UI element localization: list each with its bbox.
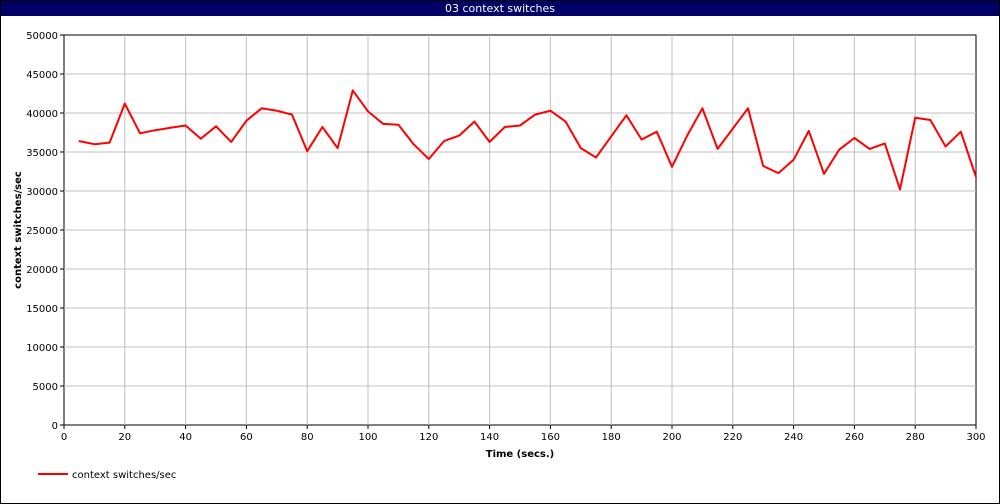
x-tick-label: 0: [61, 432, 67, 443]
y-tick-label: 15000: [26, 304, 58, 315]
data-point: [580, 147, 582, 149]
data-point: [504, 126, 506, 128]
data-point: [899, 188, 901, 191]
data-point: [428, 158, 430, 160]
data-point: [944, 145, 947, 148]
data-point: [200, 137, 202, 140]
data-point: [625, 114, 628, 117]
data-point: [640, 138, 643, 141]
data-point: [260, 107, 263, 110]
data-point: [336, 147, 339, 149]
y-tick-label: 5000: [33, 382, 58, 393]
y-tick-label: 50000: [26, 31, 58, 42]
data-point: [78, 140, 80, 142]
x-tick-label: 80: [301, 432, 314, 443]
x-tick-label: 160: [541, 432, 560, 443]
data-point: [397, 123, 400, 126]
data-point: [686, 134, 688, 137]
data-point: [549, 109, 552, 112]
y-tick-label: 25000: [26, 226, 58, 237]
data-point: [215, 125, 217, 128]
data-point: [534, 113, 536, 116]
data-point: [154, 129, 156, 131]
data-point: [747, 107, 749, 110]
legend: context switches/sec: [38, 470, 176, 481]
y-axis-label: context switches/sec: [13, 171, 24, 289]
y-axis-ticks: 0 5000 10000 15000 20000 25000 30000 35000 40000…: [26, 31, 64, 432]
data-point: [382, 123, 385, 125]
data-point: [610, 135, 612, 138]
data-point: [716, 148, 719, 150]
data-point: [671, 166, 673, 168]
data-point: [777, 172, 780, 174]
data-point: [701, 107, 704, 110]
data-point: [473, 120, 476, 123]
data-point: [868, 148, 871, 150]
x-axis-ticks: 0 20 40 60 80 100 120 140 160 180 200 220 240 260 280 3…: [61, 425, 986, 443]
y-tick-label: 10000: [26, 343, 58, 354]
chart-svg: 0 20 40 60 80 100 120 140 160 180 200 220 240 260 280 3…: [13, 31, 986, 481]
data-point: [762, 165, 764, 167]
x-tick-label: 220: [723, 432, 742, 443]
data-point: [808, 130, 810, 132]
x-tick-label: 260: [845, 432, 864, 443]
data-point: [884, 142, 886, 145]
y-tick-label: 20000: [26, 265, 58, 276]
data-point: [488, 141, 491, 143]
y-tick-label: 40000: [26, 109, 58, 120]
data-point: [321, 126, 324, 128]
data-point: [276, 109, 278, 112]
data-point: [291, 113, 293, 116]
data-point: [230, 141, 232, 143]
data-point: [245, 120, 248, 122]
y-tick-label: 30000: [26, 187, 58, 198]
x-tick-label: 120: [419, 432, 438, 443]
data-point: [792, 159, 795, 161]
data-point: [93, 143, 96, 145]
data-point: [412, 143, 415, 145]
y-tick-label: 35000: [26, 148, 58, 159]
x-tick-label: 100: [358, 432, 377, 443]
data-point: [960, 130, 962, 133]
data-point: [184, 124, 187, 127]
data-point: [732, 127, 734, 130]
x-tick-label: 20: [118, 432, 131, 443]
x-tick-label: 300: [966, 432, 985, 443]
y-tick-label: 0: [52, 421, 58, 432]
data-point: [929, 119, 932, 121]
x-tick-label: 240: [784, 432, 803, 443]
y-tick-label: 45000: [26, 70, 58, 81]
x-axis-label: Time (secs.): [486, 449, 555, 460]
data-point: [306, 150, 309, 153]
data-point: [169, 127, 172, 129]
data-point: [458, 134, 461, 137]
x-tick-label: 40: [179, 432, 192, 443]
data-point: [108, 141, 111, 144]
data-point: [139, 132, 141, 135]
data-point: [975, 176, 977, 178]
data-point: [352, 89, 354, 92]
data-point: [595, 156, 597, 159]
data-point: [124, 102, 126, 105]
data-point: [443, 140, 445, 142]
data-point: [838, 148, 840, 151]
x-tick-label: 280: [906, 432, 925, 443]
x-tick-label: 140: [480, 432, 499, 443]
x-tick-label: 180: [602, 432, 621, 443]
x-tick-label: 60: [240, 432, 253, 443]
data-point: [914, 116, 916, 119]
legend-label: context switches/sec: [72, 470, 176, 481]
data-point: [564, 120, 567, 123]
data-point: [656, 130, 658, 133]
data-point: [853, 137, 856, 139]
x-tick-label: 200: [662, 432, 681, 443]
data-point: [367, 110, 369, 113]
data-point: [519, 124, 521, 127]
data-point: [823, 173, 825, 175]
